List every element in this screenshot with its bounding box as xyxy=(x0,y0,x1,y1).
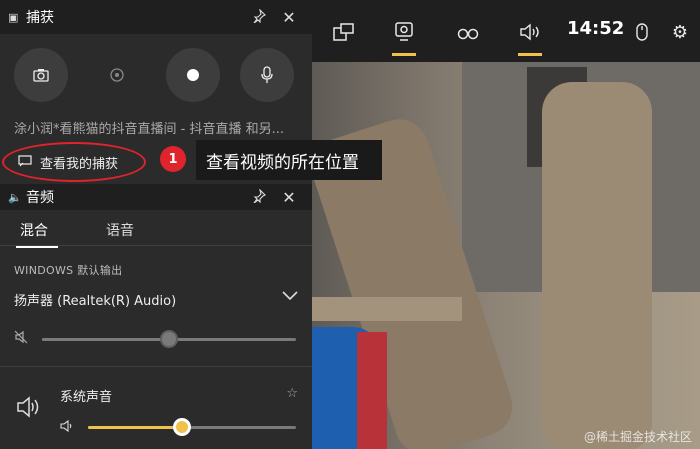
annotation-badge: 1 xyxy=(160,146,186,172)
game-bar-toolbar: 14:52 ⚙ xyxy=(312,0,700,62)
system-sounds-volume-fill xyxy=(88,426,182,429)
device-volume-slider[interactable] xyxy=(42,330,296,348)
watermark: @稀土掘金技术社区 xyxy=(583,430,692,444)
pin-icon[interactable] xyxy=(244,187,274,207)
chevron-down-icon[interactable] xyxy=(282,286,298,305)
system-sounds-label: 系统声音 xyxy=(60,390,113,405)
annotation-tooltip: 查看视频的所在位置 xyxy=(196,140,382,180)
speaker-small-icon: 🔈 xyxy=(8,190,22,204)
default-output-label: WINDOWS 默认输出 xyxy=(14,264,123,277)
audio-header: 🔈 音频 ✕ xyxy=(0,184,312,210)
widgets-icon[interactable] xyxy=(324,12,364,52)
replay-icon xyxy=(110,68,124,82)
audio-title: 音频 xyxy=(26,190,54,206)
device-volume-thumb[interactable] xyxy=(160,330,178,348)
tree-trunk-right xyxy=(542,82,652,449)
audio-tabs: 混合 语音 xyxy=(0,214,312,248)
binoculars-icon[interactable] xyxy=(448,12,488,52)
system-sounds-volume-thumb[interactable] xyxy=(172,418,191,436)
clock: 14:52 xyxy=(567,18,625,39)
record-last-button[interactable] xyxy=(90,48,144,102)
capture-title: 捕获 xyxy=(26,10,54,26)
audio-panel: 🔈 音频 ✕ 混合 语音 WINDOWS 默认输出 扬声器 (Realtek(R… xyxy=(0,184,312,449)
system-sounds-icon xyxy=(16,396,42,424)
speaker-icon[interactable] xyxy=(510,12,550,56)
close-icon[interactable]: ✕ xyxy=(274,188,304,207)
close-icon[interactable]: ✕ xyxy=(274,8,304,27)
gear-icon[interactable]: ⚙ xyxy=(660,12,700,52)
star-icon[interactable]: ☆ xyxy=(286,386,298,401)
microphone-icon xyxy=(261,66,273,83)
screenshot-button[interactable] xyxy=(14,48,68,102)
red-object xyxy=(357,332,387,449)
capture-target-description: 涂小润*看熊猫的抖音直播间 - 抖音直播 和另... xyxy=(14,122,284,137)
video-background: @稀土掘金技术社区 xyxy=(312,62,700,449)
camera-icon xyxy=(33,69,49,82)
speaker-small-icon[interactable] xyxy=(60,419,74,435)
divider xyxy=(0,366,312,367)
wooden-fence xyxy=(312,297,462,321)
highlight-oval xyxy=(2,142,146,182)
tab-voice[interactable]: 语音 xyxy=(106,220,134,240)
microphone-button[interactable] xyxy=(240,48,294,102)
pin-icon[interactable] xyxy=(244,7,274,27)
speaker-muted-icon[interactable] xyxy=(14,330,28,348)
output-device-select[interactable]: 扬声器 (Realtek(R) Audio) xyxy=(14,290,176,309)
capture-header: ▣ 捕获 ✕ xyxy=(0,0,312,34)
capture-buttons xyxy=(0,48,312,104)
device-volume-fill xyxy=(42,338,169,341)
system-sounds-volume-slider[interactable] xyxy=(88,418,296,436)
capture-panel-icon: ▣ xyxy=(8,10,19,24)
annotation-tooltip-text: 查看视频的所在位置 xyxy=(206,152,359,173)
capture-icon[interactable] xyxy=(384,12,424,56)
record-button[interactable] xyxy=(166,48,220,102)
tab-mix[interactable]: 混合 xyxy=(16,220,58,248)
record-dot-icon xyxy=(187,69,199,81)
mouse-icon[interactable] xyxy=(622,12,662,52)
